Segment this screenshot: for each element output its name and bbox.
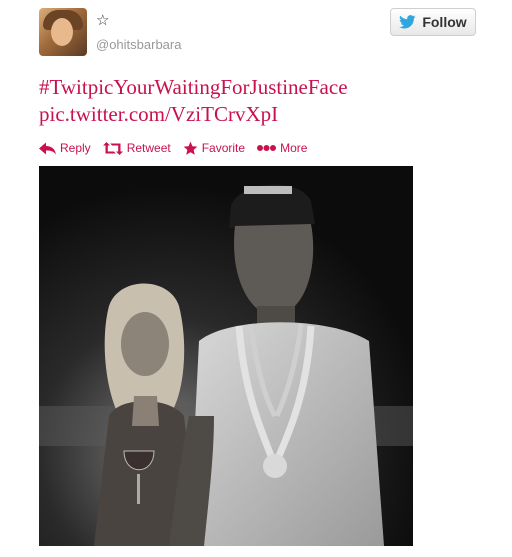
retweet-icon — [102, 141, 123, 155]
avatar[interactable] — [39, 8, 87, 56]
tweet-actions: Reply Retweet Favorite More — [39, 139, 319, 157]
avatar-face — [51, 18, 73, 46]
more-button[interactable]: More — [257, 141, 307, 155]
follow-button[interactable]: Follow — [390, 8, 476, 36]
favorite-star-icon — [183, 141, 198, 155]
follow-button-label: Follow — [422, 14, 467, 30]
retweet-button[interactable]: Retweet — [102, 141, 171, 155]
star-icon[interactable]: ☆ — [96, 13, 109, 28]
hashtag-link[interactable]: #TwitpicYourWaitingForJustineFace — [39, 74, 479, 101]
photo-image — [39, 166, 413, 546]
more-label: More — [280, 141, 308, 155]
retweet-label: Retweet — [126, 141, 171, 155]
reply-label: Reply — [60, 141, 91, 155]
favorite-button[interactable]: Favorite — [183, 141, 245, 156]
more-dots-icon — [257, 145, 277, 151]
tweet-text: #TwitpicYourWaitingForJustineFace pic.tw… — [39, 74, 479, 128]
reply-arrow-icon — [39, 142, 56, 154]
reply-button[interactable]: Reply — [39, 141, 91, 155]
favorite-label: Favorite — [201, 141, 246, 155]
tweet-photo[interactable] — [39, 166, 413, 546]
user-handle[interactable]: @ohitsbarbara — [96, 37, 181, 52]
media-link[interactable]: pic.twitter.com/VziTCrvXpI — [39, 101, 479, 128]
twitter-bird-icon — [399, 15, 416, 29]
